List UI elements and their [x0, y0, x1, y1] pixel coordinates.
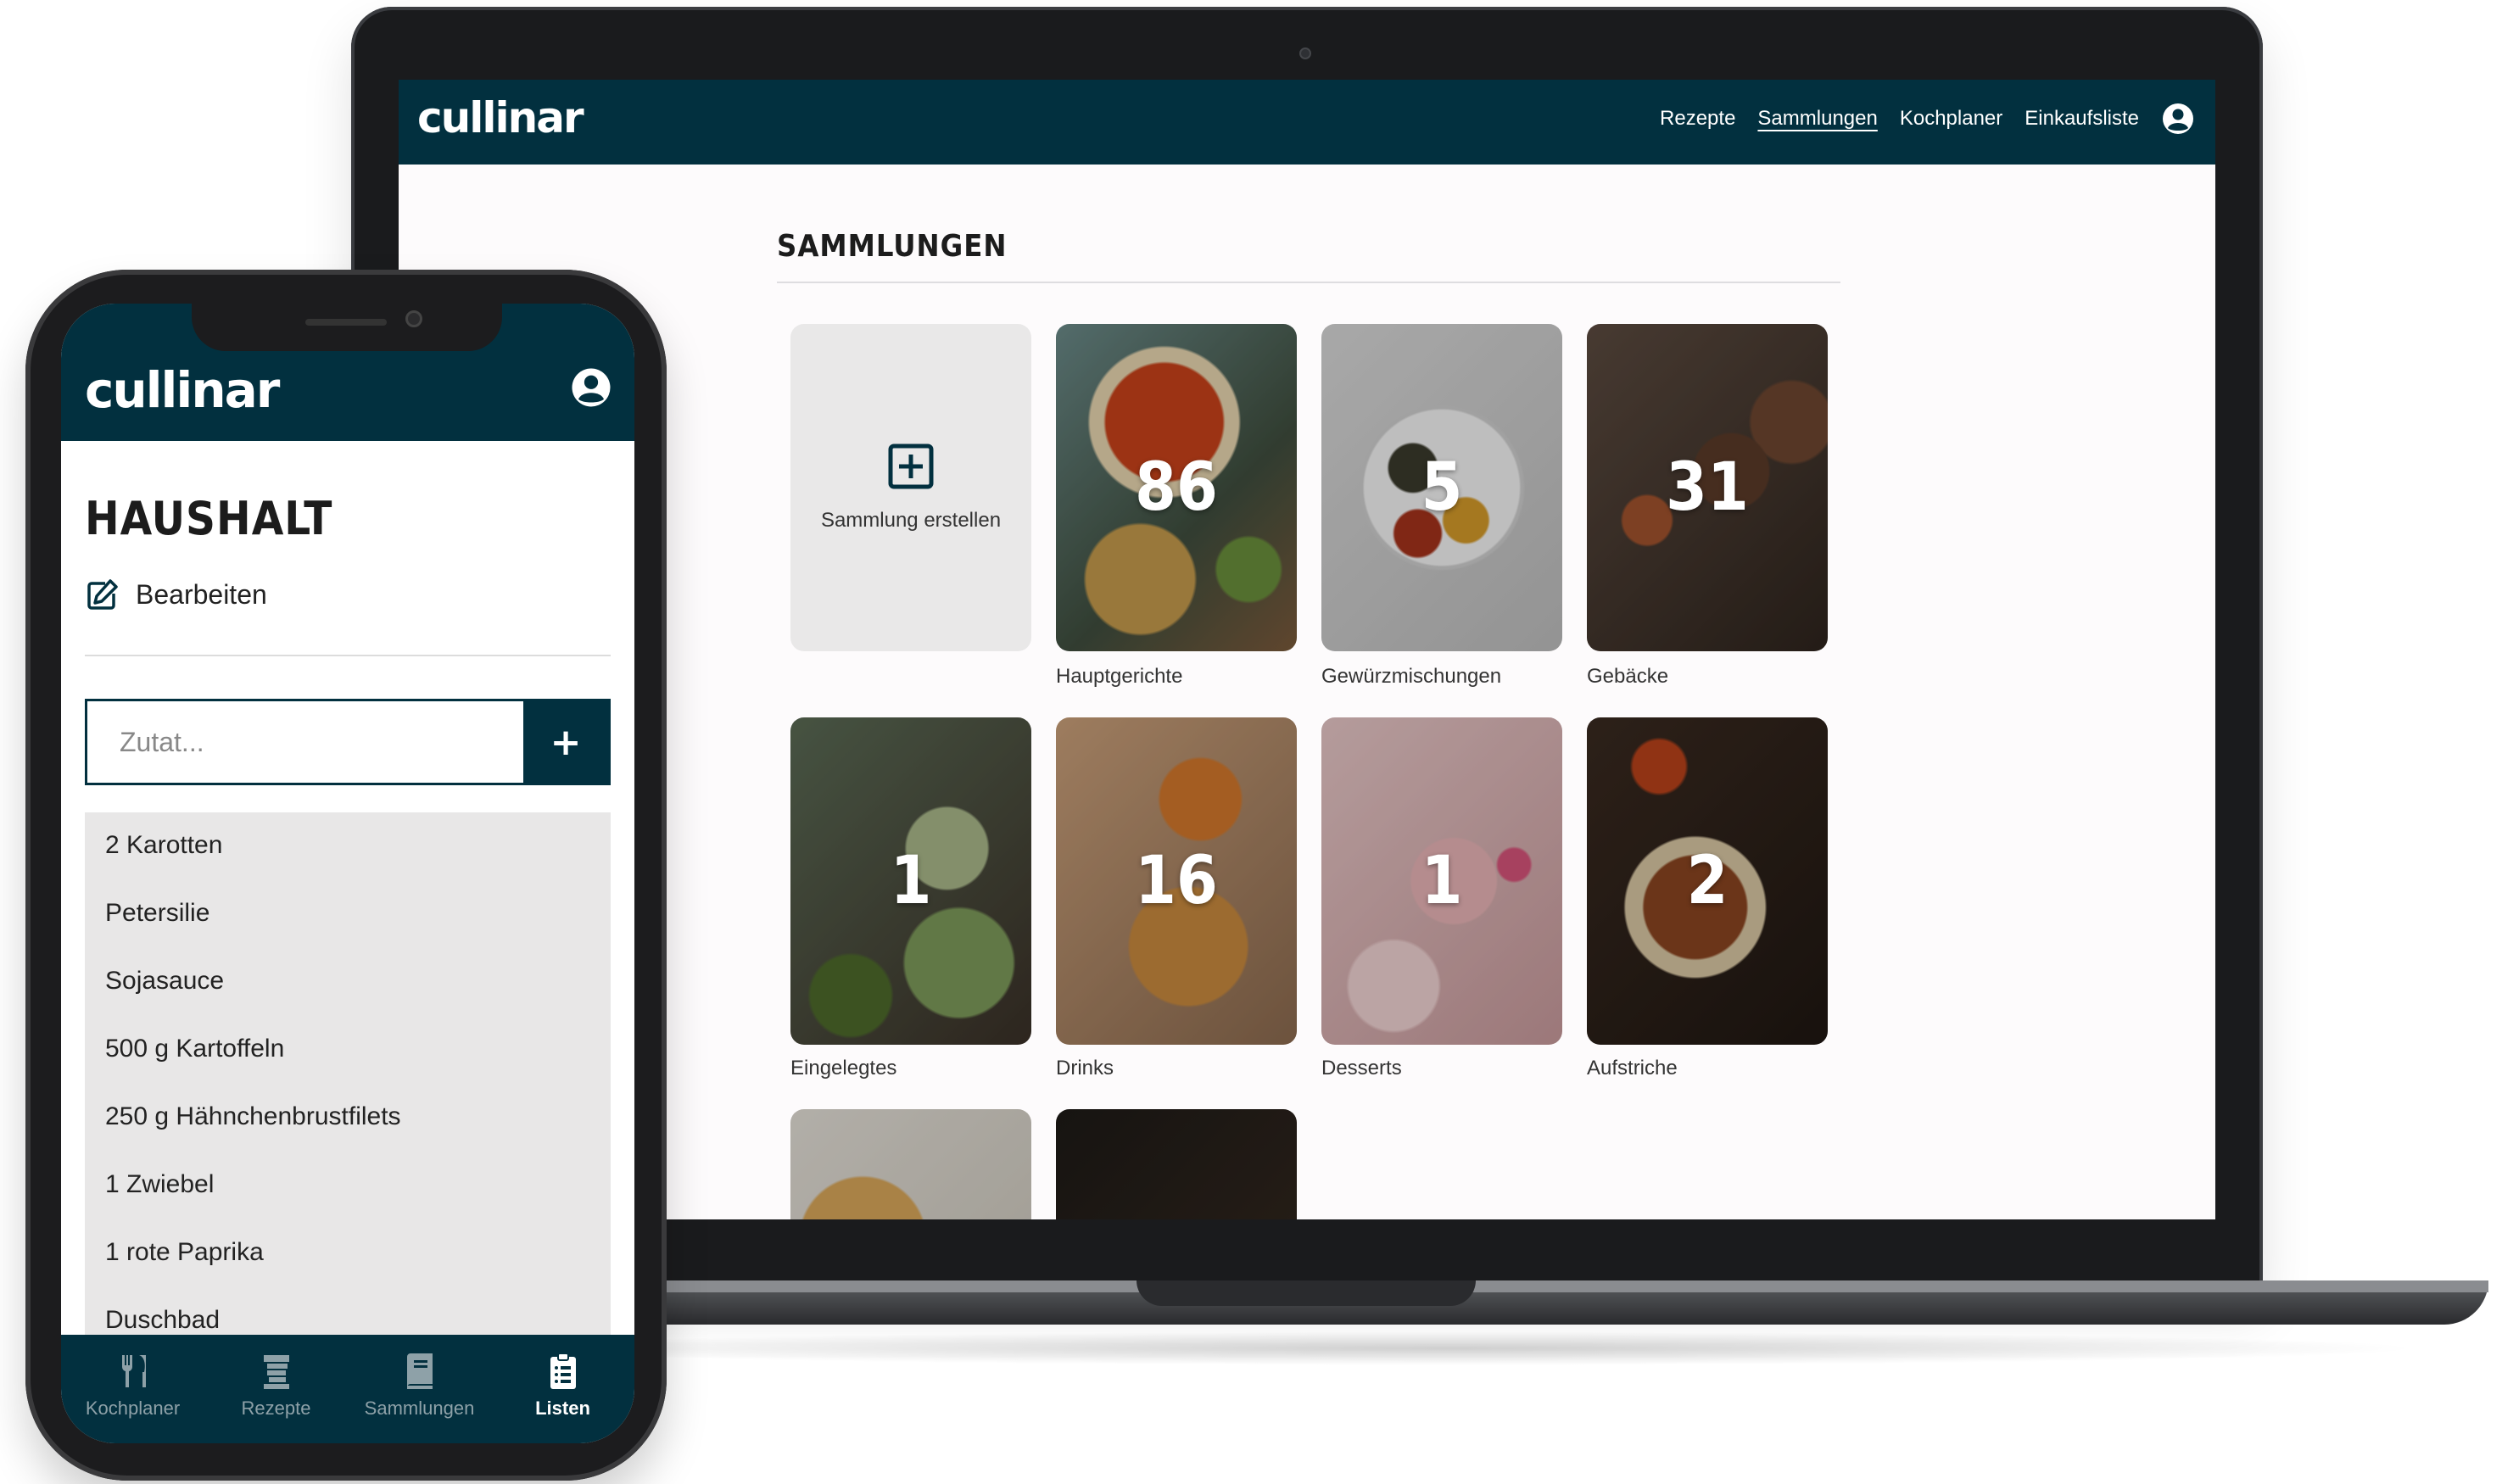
collection-card-gebaecke[interactable]: 31: [1587, 324, 1828, 651]
collection-name[interactable]: Desserts: [1321, 1057, 1402, 1080]
collection-card-gewuerzmischungen[interactable]: 5: [1321, 324, 1562, 651]
ingredient-input[interactable]: [87, 701, 523, 783]
create-collection-label: Sammlung erstellen: [820, 509, 1002, 532]
collection-card-desserts[interactable]: 1: [1321, 717, 1562, 1045]
list-item[interactable]: Duschbad: [105, 1306, 220, 1335]
collection-card-partial[interactable]: [1056, 1109, 1297, 1219]
collection-count: 1: [1421, 843, 1463, 919]
desktop-header: cullinar Rezepte Sammlungen Kochplaner E…: [399, 80, 2215, 165]
tab-kochplaner[interactable]: Kochplaner: [61, 1335, 204, 1443]
shopping-list: 2 Karotten Petersilie Sojasauce 500 g Ka…: [85, 812, 611, 1355]
tab-listen[interactable]: Listen: [491, 1335, 634, 1443]
desktop-nav: Rezepte Sammlungen Kochplaner Einkaufsli…: [1660, 102, 2195, 136]
collection-card-drinks[interactable]: 16: [1056, 717, 1297, 1045]
mobile-logo[interactable]: cullinar: [85, 361, 280, 419]
laptop-screen: cullinar Rezepte Sammlungen Kochplaner E…: [399, 80, 2215, 1219]
image-overlay: [1056, 1109, 1297, 1219]
tab-rezepte[interactable]: Rezepte: [204, 1335, 348, 1443]
collection-count: 5: [1421, 449, 1463, 526]
phone-screen: cullinar HAUSHALT Bearbeiten + 2 Karotte…: [61, 304, 634, 1443]
laptop-shadow: [475, 1331, 2426, 1365]
divider: [85, 655, 611, 656]
ingredient-input-group: +: [85, 699, 611, 785]
nav-rezepte[interactable]: Rezepte: [1660, 102, 1735, 136]
image-overlay: [790, 1109, 1031, 1219]
nav-einkaufsliste[interactable]: Einkaufsliste: [2024, 102, 2139, 136]
add-ingredient-button[interactable]: +: [523, 701, 608, 783]
collection-name[interactable]: Aufstriche: [1587, 1057, 1678, 1080]
collection-name[interactable]: Gewürzmischungen: [1321, 665, 1501, 689]
collection-card-aufstriche[interactable]: 2: [1587, 717, 1828, 1045]
phone-camera: [405, 310, 422, 327]
list-item[interactable]: 1 rote Paprika: [105, 1238, 264, 1267]
edit-icon: [87, 579, 118, 610]
laptop-opening-notch: [1137, 1280, 1476, 1306]
list-title: HAUSHALT: [85, 492, 333, 545]
list-item[interactable]: 1 Zwiebel: [105, 1170, 214, 1199]
collection-card-partial[interactable]: [790, 1109, 1031, 1219]
edit-label: Bearbeiten: [136, 578, 267, 610]
collection-name[interactable]: Gebäcke: [1587, 665, 1668, 689]
account-icon[interactable]: [570, 366, 612, 409]
device-mockup-stage: cullinar Rezepte Sammlungen Kochplaner E…: [0, 0, 2502, 1484]
collection-count: 16: [1135, 843, 1218, 919]
tab-label: Listen: [535, 1398, 590, 1419]
list-item[interactable]: Petersilie: [105, 899, 209, 928]
nav-kochplaner[interactable]: Kochplaner: [1900, 102, 2002, 136]
page-title: SAMMLUNGEN: [777, 229, 1008, 264]
collection-name[interactable]: Drinks: [1056, 1057, 1114, 1080]
collection-count: 2: [1686, 843, 1729, 919]
desktop-logo[interactable]: cullinar: [417, 93, 584, 142]
collection-count: 1: [890, 843, 932, 919]
chef-hat-icon: [263, 1355, 289, 1389]
laptop-camera: [1299, 47, 1311, 59]
book-icon: [406, 1353, 433, 1389]
create-collection-card[interactable]: Sammlung erstellen: [790, 324, 1031, 651]
list-item[interactable]: 500 g Kartoffeln: [105, 1035, 284, 1063]
nav-sammlungen[interactable]: Sammlungen: [1757, 102, 1877, 136]
tab-label: Rezepte: [241, 1398, 311, 1419]
bottom-tab-bar: Kochplaner Rezepte Sammlungen Listen: [61, 1335, 634, 1443]
collection-count: 86: [1135, 449, 1218, 526]
collection-card-hauptgerichte[interactable]: 86: [1056, 324, 1297, 651]
tab-label: Kochplaner: [85, 1398, 181, 1419]
list-item[interactable]: 2 Karotten: [105, 831, 222, 860]
collection-name[interactable]: Eingelegtes: [790, 1057, 896, 1080]
collection-name[interactable]: Hauptgerichte: [1056, 665, 1182, 689]
phone-speaker: [305, 319, 387, 326]
plus-square-icon: [888, 444, 934, 489]
edit-button[interactable]: Bearbeiten: [85, 577, 267, 612]
list-item[interactable]: 250 g Hähnchenbrustfilets: [105, 1102, 401, 1131]
collection-card-eingelegtes[interactable]: 1: [790, 717, 1031, 1045]
title-divider: [777, 282, 1840, 283]
tab-sammlungen[interactable]: Sammlungen: [348, 1335, 491, 1443]
list-item[interactable]: Sojasauce: [105, 967, 224, 996]
clipboard-list-icon: [550, 1353, 576, 1389]
tab-label: Sammlungen: [364, 1398, 475, 1419]
cutlery-icon: [121, 1355, 146, 1387]
collection-count: 31: [1666, 449, 1749, 526]
account-icon[interactable]: [2161, 102, 2195, 136]
